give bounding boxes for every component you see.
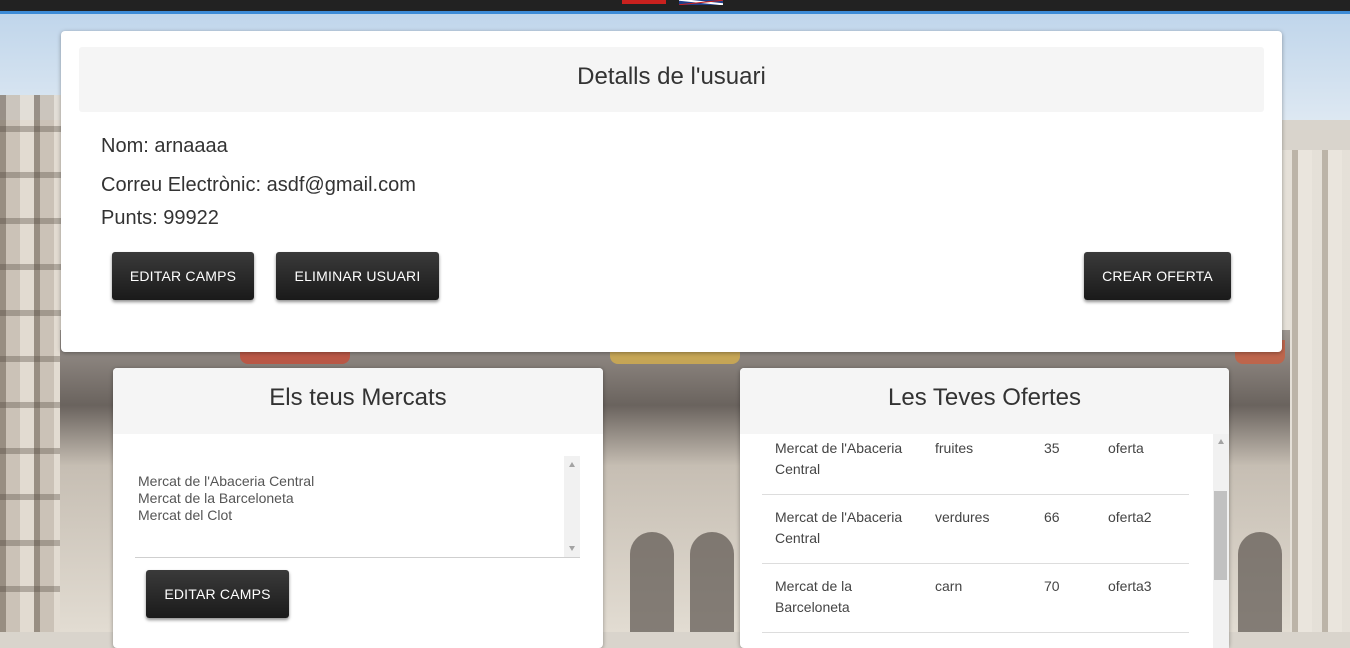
offer-name: oferta bbox=[1108, 440, 1144, 456]
markets-list: Mercat de l'Abaceria Central Mercat de l… bbox=[138, 473, 314, 524]
scrollbar-thumb[interactable] bbox=[1214, 491, 1227, 580]
create-offer-button[interactable]: CREAR OFERTA bbox=[1084, 252, 1231, 300]
offers-table: Mercat de l'Abaceria Central fruites 35 … bbox=[740, 434, 1229, 648]
offer-market: Mercat de la Barceloneta bbox=[775, 578, 853, 615]
offer-points: 66 bbox=[1044, 509, 1060, 525]
delete-user-button[interactable]: ELIMINAR USUARI bbox=[276, 252, 439, 300]
table-row[interactable]: Mercat de la Barceloneta carn 70 oferta3 bbox=[762, 563, 1189, 633]
user-points: Punts: 99922 bbox=[101, 207, 219, 229]
background-arch bbox=[630, 532, 674, 632]
offers-title: Les Teves Ofertes bbox=[740, 368, 1229, 434]
markets-card: Els teus Mercats Mercat de l'Abaceria Ce… bbox=[113, 368, 603, 648]
offer-category: fruites bbox=[935, 440, 974, 456]
background-arch bbox=[1238, 532, 1282, 632]
table-row[interactable]: Mercat de l'Abaceria Central verdures 66… bbox=[762, 494, 1189, 564]
offer-category: verdures bbox=[935, 509, 990, 525]
scroll-up-icon[interactable] bbox=[1218, 439, 1224, 444]
background-building-right bbox=[1282, 150, 1350, 632]
offers-card: Les Teves Ofertes Mercat de l'Abaceria C… bbox=[740, 368, 1229, 648]
offers-scrollbar[interactable] bbox=[1213, 434, 1229, 648]
offer-market: Mercat de l'Abaceria Central bbox=[775, 509, 903, 546]
user-details-title: Detalls de l'usuari bbox=[79, 47, 1264, 112]
market-item[interactable]: Mercat de la Barceloneta bbox=[138, 490, 314, 507]
background-arch bbox=[690, 532, 734, 632]
offer-name: oferta3 bbox=[1108, 578, 1152, 594]
uk-flag-icon[interactable] bbox=[679, 0, 723, 5]
edit-fields-button[interactable]: EDITAR CAMPS bbox=[112, 252, 254, 300]
offer-category: carn bbox=[935, 578, 963, 594]
market-item[interactable]: Mercat del Clot bbox=[138, 507, 314, 524]
user-email: Correu Electrònic: asdf@gmail.com bbox=[101, 174, 416, 196]
market-item[interactable]: Mercat de l'Abaceria Central bbox=[138, 473, 314, 490]
markets-title: Els teus Mercats bbox=[113, 368, 603, 434]
spanish-flag-icon[interactable] bbox=[622, 0, 666, 4]
offer-points: 70 bbox=[1044, 578, 1060, 594]
scroll-up-icon[interactable] bbox=[569, 462, 575, 467]
offer-name: oferta2 bbox=[1108, 509, 1152, 525]
edit-markets-button[interactable]: EDITAR CAMPS bbox=[146, 570, 289, 618]
offer-points: 35 bbox=[1044, 440, 1060, 456]
markets-scrollbar[interactable] bbox=[564, 456, 580, 557]
scroll-down-icon[interactable] bbox=[569, 546, 575, 551]
markets-listbox[interactable]: Mercat de l'Abaceria Central Mercat de l… bbox=[135, 456, 580, 558]
offer-market: Mercat de l'Abaceria Central bbox=[775, 440, 903, 477]
top-navbar bbox=[0, 0, 1350, 11]
table-row[interactable]: Mercat de l'Abaceria Central fruites 35 … bbox=[762, 434, 1189, 495]
user-name: Nom: arnaaaa bbox=[101, 135, 228, 157]
user-details-card: Detalls de l'usuari Nom: arnaaaa Correu … bbox=[61, 31, 1282, 352]
